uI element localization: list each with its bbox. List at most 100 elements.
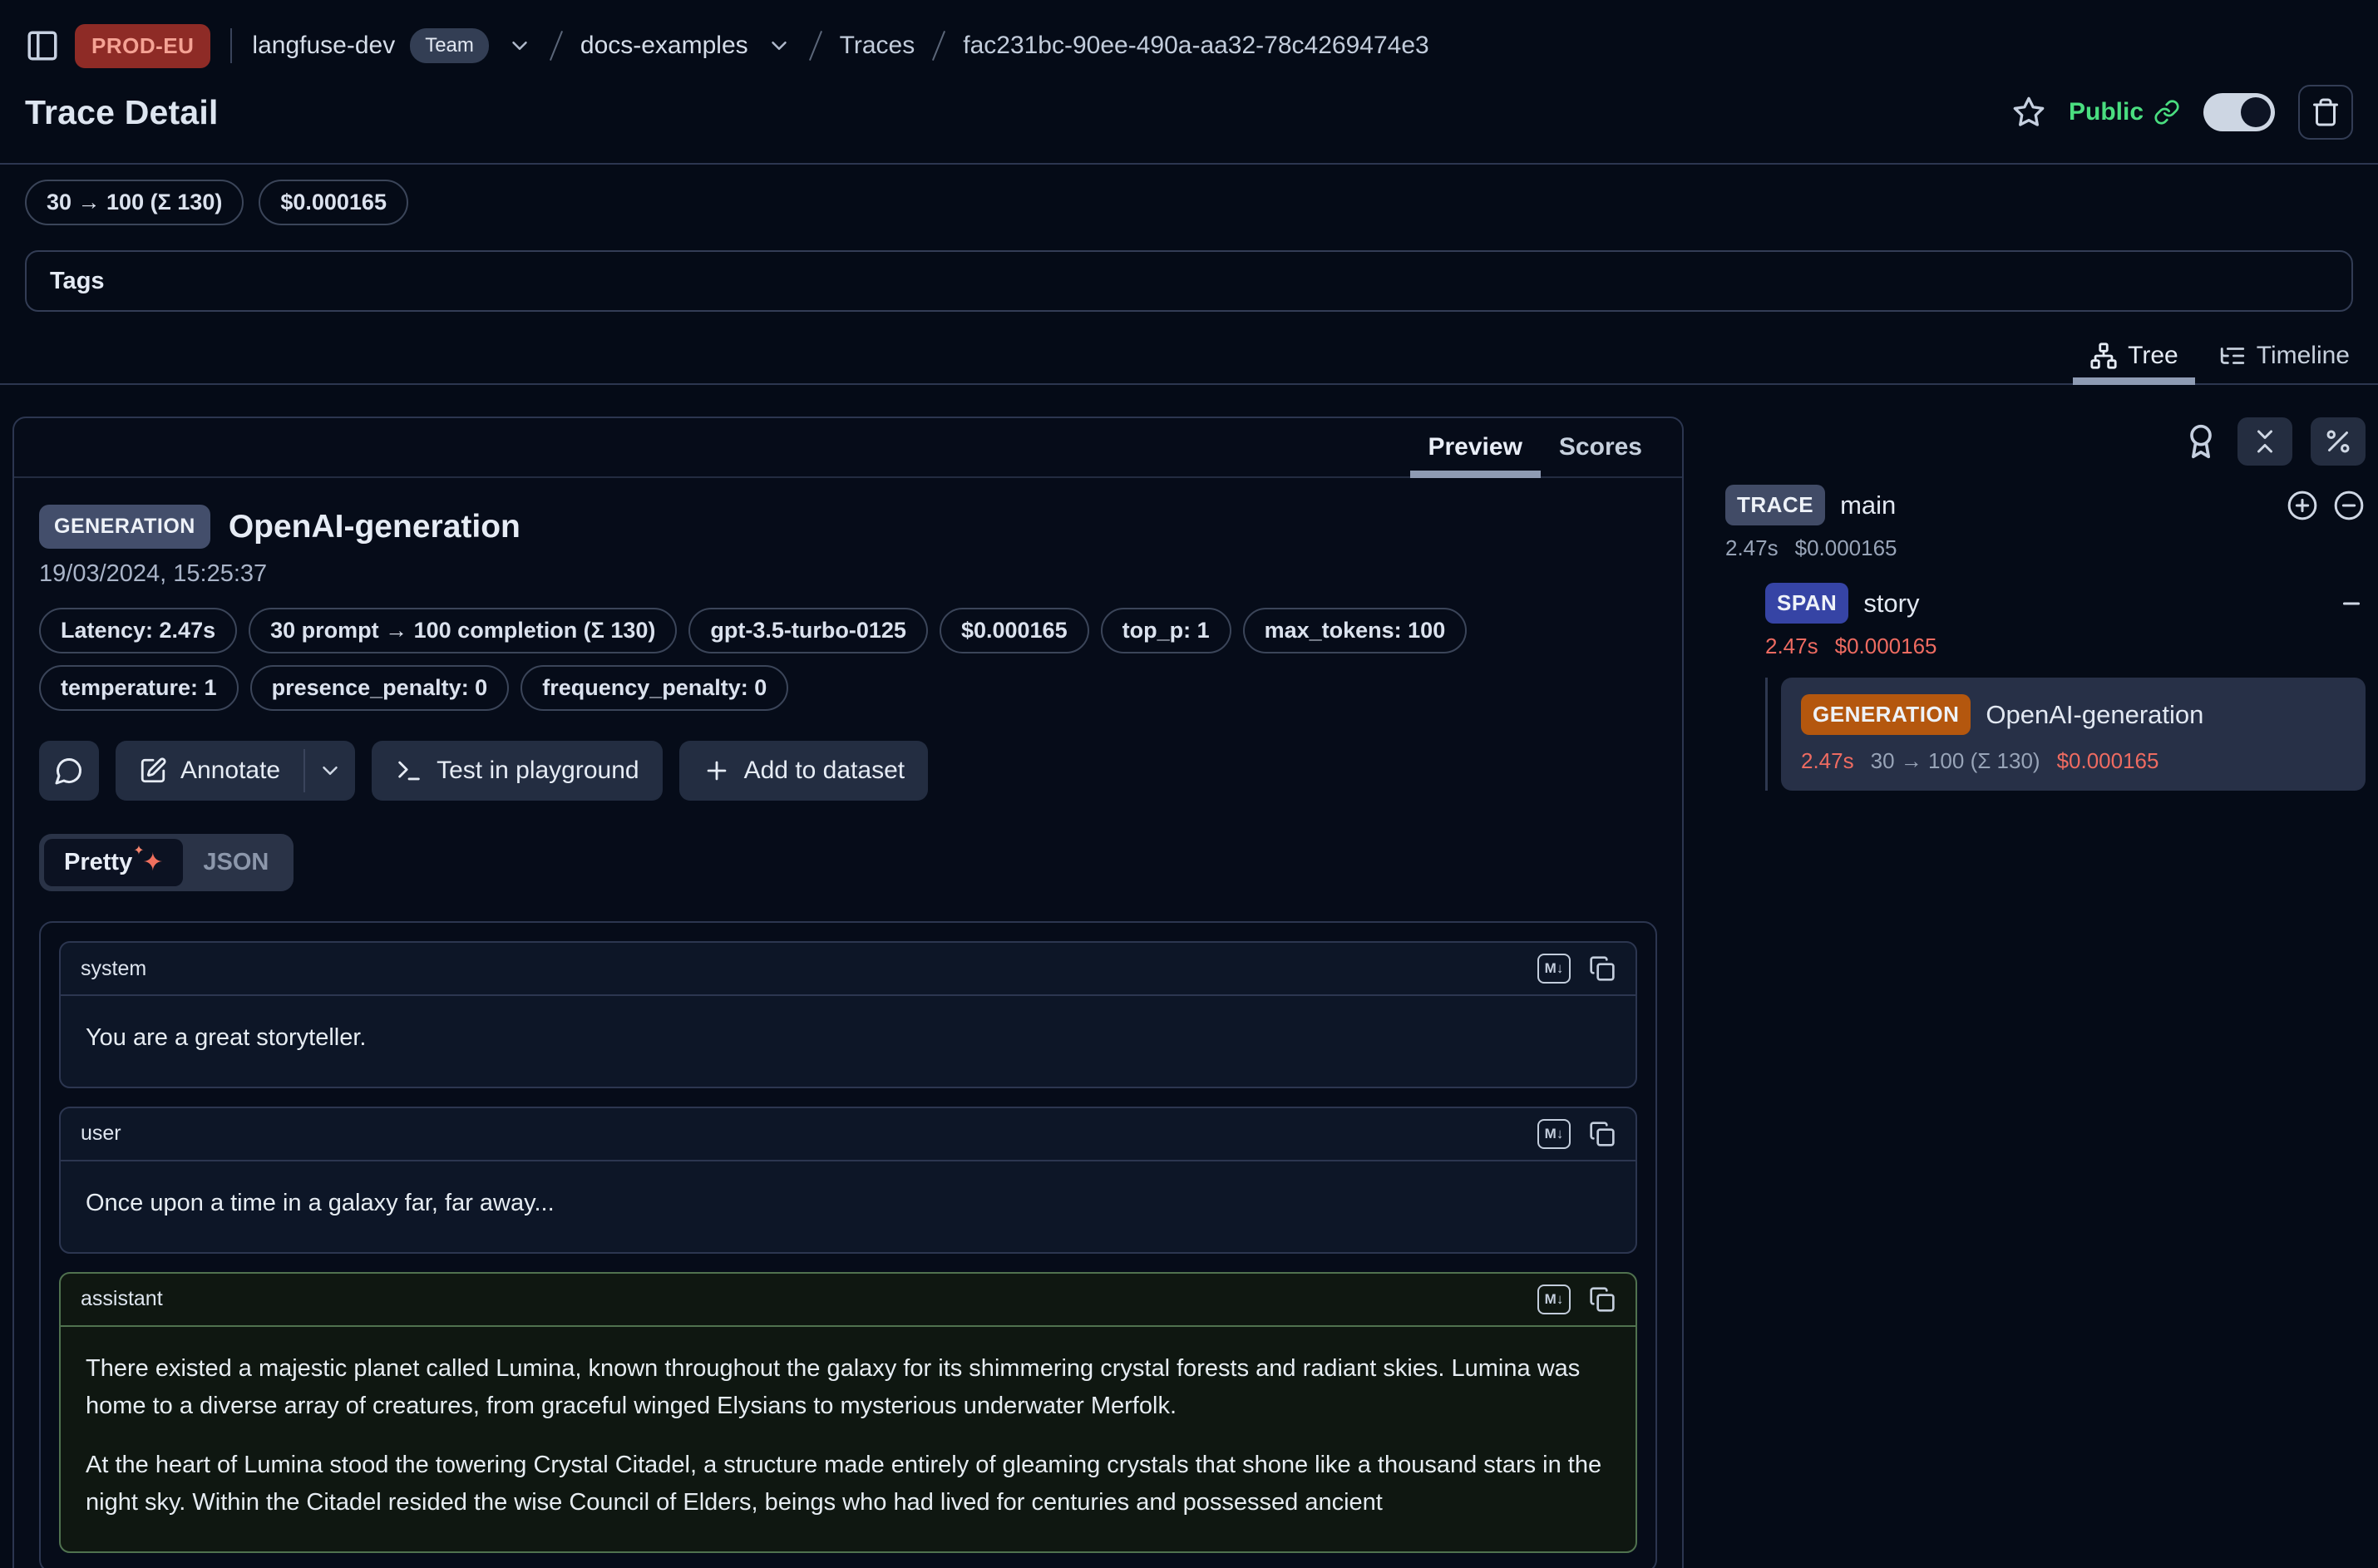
breadcrumb-traces-link[interactable]: Traces [840,32,915,60]
generation-metrics: 2.47s 30 → 100 (Σ 130) $0.000165 [1801,748,2346,774]
public-toggle[interactable] [2203,93,2275,131]
tab-preview[interactable]: Preview [1410,418,1541,476]
breadcrumb-separator [550,31,563,61]
trace-name: main [1840,491,1896,520]
public-link[interactable]: Public [2069,98,2180,126]
playground-label: Test in playground [437,757,639,785]
comment-icon [54,756,84,786]
page-header: PROD-EU langfuse-dev Team docs-examples … [0,0,2378,163]
annotate-dropdown-button[interactable] [305,741,355,801]
add-to-dataset-button[interactable]: Add to dataset [679,741,928,801]
role-label: assistant [81,1287,163,1311]
percent-icon [2323,427,2353,456]
trace-latency: 2.47s [1725,535,1779,561]
bookmark-star-icon[interactable] [2012,96,2045,129]
org-plan-chip: Team [410,28,489,63]
expand-all-icon[interactable] [2286,489,2319,522]
assistant-message: assistant M↓ There existed a majestic pl… [59,1272,1637,1553]
metrics-percent-button[interactable] [2311,417,2366,466]
title-actions: Public [2012,85,2353,140]
tags-label: Tags [50,268,105,295]
award-icon[interactable] [2183,423,2219,460]
markdown-toggle-icon[interactable]: M↓ [1537,1284,1571,1314]
title-row: Trace Detail Public [25,85,2353,163]
latency-chip[interactable]: Latency: 2.47s [39,608,237,653]
observation-body: GENERATION OpenAI-generation 19/03/2024,… [14,478,1682,1568]
sidebar-toggle-icon[interactable] [25,28,60,63]
user-message: user M↓ Once upon a time in a galaxy far… [59,1107,1637,1254]
chevron-down-icon [318,758,343,783]
generation-node-selected[interactable]: GENERATION OpenAI-generation 2.47s 30 → … [1781,678,2366,791]
copy-icon[interactable] [1589,955,1616,982]
span-name: story [1863,589,1919,619]
max-tokens-chip[interactable]: max_tokens: 100 [1243,608,1468,653]
span-badge: SPAN [1765,583,1848,624]
span-cost: $0.000165 [1835,634,1937,659]
action-buttons: Annotate Test in playground Add to datas… [39,741,1657,801]
span-metrics: 2.47s $0.000165 [1765,634,2366,659]
public-label: Public [2069,98,2144,126]
tab-tree-label: Tree [2128,342,2178,370]
markdown-toggle-icon[interactable]: M↓ [1537,1119,1571,1149]
chevrons-collapse-icon [2250,427,2280,456]
generation-cost: $0.000165 [2057,748,2159,774]
token-chip[interactable]: 30 prompt → 100 completion (Σ 130) [249,608,677,653]
divider [230,28,232,63]
format-pretty-segment[interactable]: Pretty ✦✦ [44,839,183,886]
format-json-segment[interactable]: JSON [183,839,289,886]
copy-icon[interactable] [1589,1286,1616,1313]
generation-type-badge: GENERATION [39,505,210,549]
markdown-toggle-icon[interactable]: M↓ [1537,954,1571,984]
collapse-all-button[interactable] [2237,417,2292,466]
token-usage-chip[interactable]: 30 → 100 (Σ 130) [25,180,244,225]
frequency-penalty-chip[interactable]: frequency_penalty: 0 [520,665,788,711]
copy-icon[interactable] [1589,1121,1616,1147]
message-header: assistant M↓ [61,1274,1635,1327]
tags-container[interactable]: Tags [25,250,2353,312]
model-chip[interactable]: gpt-3.5-turbo-0125 [688,608,928,653]
generation-badge: GENERATION [1801,694,1971,735]
breadcrumb-separator [809,31,822,61]
message-tools: M↓ [1537,1284,1616,1314]
tab-timeline[interactable]: Timeline [2202,335,2366,383]
generation-latency: 2.47s [1801,748,1854,774]
annotate-button[interactable]: Annotate [116,741,303,801]
cost-chip[interactable]: $0.000165 [940,608,1089,653]
collapse-all-icon[interactable] [2332,489,2366,522]
breadcrumb-org[interactable]: langfuse-dev [252,32,395,60]
message-tools: M↓ [1537,1119,1616,1149]
trace-tree: TRACE main 2.47s $0.000165 SPAN story [1725,485,2366,791]
trace-metrics: 2.47s $0.000165 [1725,535,2366,561]
generation-tokens: 30 → 100 (Σ 130) [1871,748,2040,774]
collapse-node-icon[interactable] [2337,589,2366,618]
terminal-icon [395,757,423,785]
chevron-down-icon[interactable] [767,33,792,58]
breadcrumb-project[interactable]: docs-examples [580,32,748,60]
tree-toolbar [1725,417,2366,466]
message-content: Once upon a time in a galaxy far, far aw… [61,1161,1635,1252]
presence-penalty-chip[interactable]: presence_penalty: 0 [250,665,510,711]
sparkles-icon: ✦✦ [142,851,163,875]
annotate-split-button: Annotate [116,741,355,801]
trace-badge: TRACE [1725,485,1825,525]
system-message: system M↓ You are a great storyteller. [59,941,1637,1088]
plus-icon [703,757,731,785]
breadcrumb-separator [932,31,945,61]
main-content: Preview Scores GENERATION OpenAI-generat… [0,385,2378,1568]
observation-timestamp: 19/03/2024, 15:25:37 [39,560,1657,588]
trace-node[interactable]: TRACE main [1725,485,2366,525]
temperature-chip[interactable]: temperature: 1 [39,665,239,711]
role-label: user [81,1122,121,1146]
top-p-chip[interactable]: top_p: 1 [1101,608,1231,653]
comment-button[interactable] [39,741,99,801]
environment-badge[interactable]: PROD-EU [75,24,210,68]
delete-trace-button[interactable] [2298,85,2353,140]
cost-chip[interactable]: $0.000165 [259,180,408,225]
span-node[interactable]: SPAN story [1765,583,2366,624]
tab-tree[interactable]: Tree [2073,335,2195,383]
chevron-down-icon[interactable] [507,33,532,58]
tab-scores[interactable]: Scores [1541,418,1660,476]
playground-button[interactable]: Test in playground [372,741,663,801]
message-header: system M↓ [61,943,1635,996]
message-content: There existed a majestic planet called L… [61,1327,1635,1551]
